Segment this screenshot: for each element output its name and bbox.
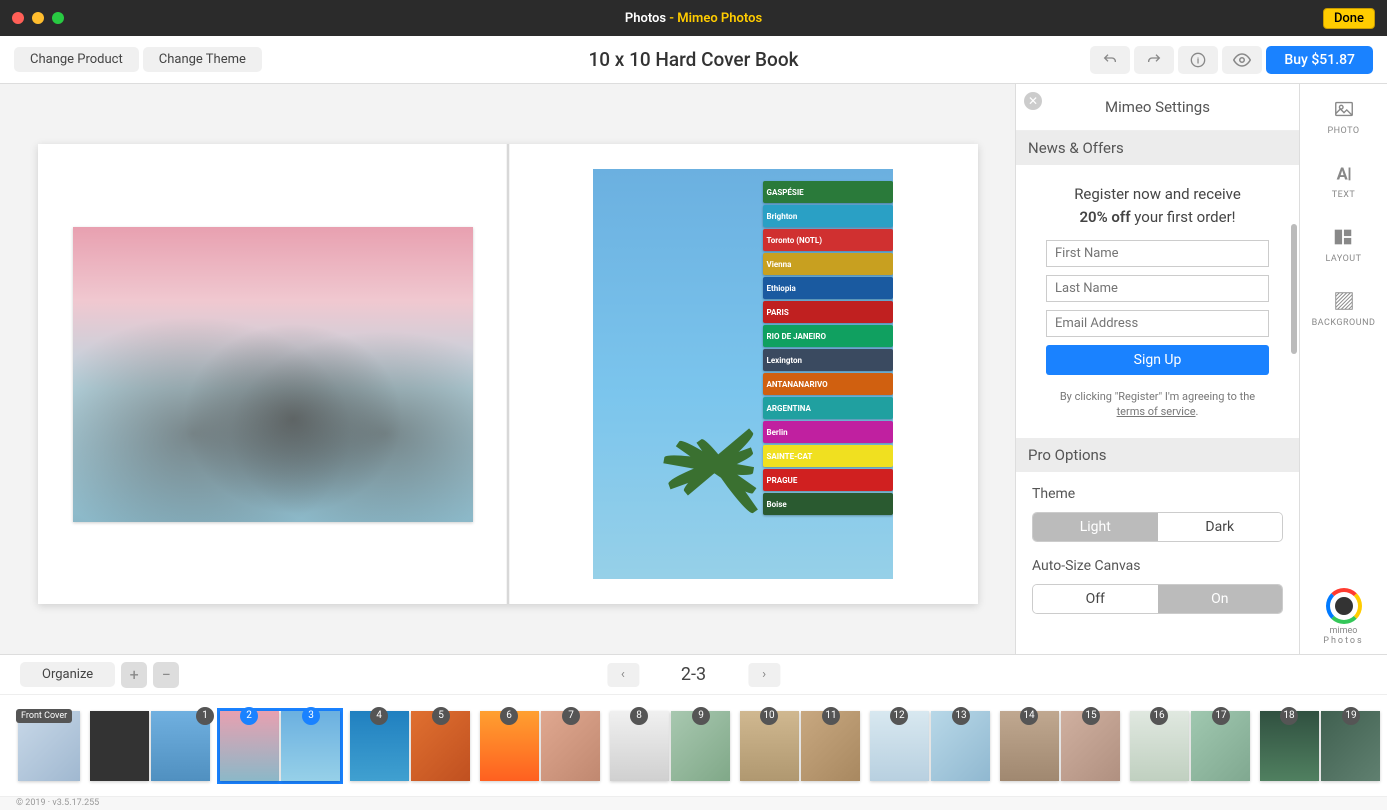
- theme-light-option[interactable]: Light: [1033, 513, 1158, 541]
- theme-segment: Light Dark: [1032, 512, 1283, 542]
- settings-title: Mimeo Settings: [1016, 84, 1299, 131]
- thumb-spread[interactable]: 89: [610, 711, 730, 781]
- register-text: Register now and receive 20% off your fi…: [1046, 183, 1269, 228]
- svg-text:A: A: [1336, 165, 1348, 184]
- next-page-button[interactable]: ›: [748, 663, 780, 687]
- right-sidebar: PHOTO A TEXT LAYOUT BACKGROUND mimeoPhot…: [1299, 84, 1387, 654]
- titlebar: Photos - Mimeo Photos Done: [0, 0, 1387, 36]
- photo-friends[interactable]: [73, 227, 473, 522]
- thumbnail-strip[interactable]: Front Cover12345678910111213141516171819: [0, 694, 1387, 796]
- photo-tab[interactable]: PHOTO: [1327, 98, 1359, 136]
- news-offers-header: News & Offers: [1016, 131, 1299, 165]
- signup-button[interactable]: Sign Up: [1046, 345, 1269, 375]
- thumb-spread[interactable]: 1617: [1130, 711, 1250, 781]
- done-button[interactable]: Done: [1323, 8, 1375, 29]
- photo-signpost[interactable]: GASPÉSIEBrightonToronto (NOTL)ViennaEthi…: [593, 169, 893, 579]
- page-indicator: 2-3: [681, 664, 706, 685]
- first-name-field[interactable]: [1046, 240, 1269, 267]
- autosize-segment: Off On: [1032, 584, 1283, 614]
- change-product-button[interactable]: Change Product: [14, 47, 139, 72]
- preview-button[interactable]: [1222, 46, 1262, 74]
- footer-version: © 2019 · v3.5.17.255: [0, 796, 1387, 810]
- theme-label: Theme: [1032, 486, 1283, 502]
- undo-button[interactable]: [1090, 46, 1130, 74]
- bottom-toolbar: Organize + − ‹ 2-3 ›: [0, 654, 1387, 694]
- thumb-spread-1[interactable]: 1: [90, 711, 210, 781]
- organize-button[interactable]: Organize: [20, 662, 115, 687]
- layout-tab[interactable]: LAYOUT: [1325, 226, 1361, 264]
- thumb-spread[interactable]: 45: [350, 711, 470, 781]
- buy-button[interactable]: Buy $51.87: [1266, 46, 1373, 74]
- remove-page-button[interactable]: −: [153, 662, 179, 688]
- scrollbar[interactable]: [1291, 224, 1297, 354]
- thumb-spread[interactable]: 23: [220, 711, 340, 781]
- pro-options-header: Pro Options: [1016, 438, 1299, 472]
- autosize-on-option[interactable]: On: [1158, 585, 1283, 613]
- settings-panel: ✕ Mimeo Settings News & Offers Register …: [1015, 84, 1299, 654]
- terms-text: By clicking "Register" I'm agreeing to t…: [1046, 389, 1269, 420]
- minimize-window-icon[interactable]: [32, 12, 44, 24]
- info-button[interactable]: i: [1178, 46, 1218, 74]
- theme-dark-option[interactable]: Dark: [1158, 513, 1283, 541]
- thumb-spread[interactable]: 1213: [870, 711, 990, 781]
- palm-tree: [593, 359, 733, 579]
- canvas-area[interactable]: GASPÉSIEBrightonToronto (NOTL)ViennaEthi…: [0, 84, 1015, 654]
- autosize-label: Auto-Size Canvas: [1032, 558, 1283, 574]
- text-tab[interactable]: A TEXT: [1332, 162, 1356, 200]
- page-left[interactable]: [38, 144, 508, 604]
- redo-button[interactable]: [1134, 46, 1174, 74]
- change-theme-button[interactable]: Change Theme: [143, 47, 262, 72]
- autosize-off-option[interactable]: Off: [1033, 585, 1158, 613]
- toolbar: Change Product Change Theme 10 x 10 Hard…: [0, 36, 1387, 84]
- svg-text:i: i: [1197, 56, 1199, 66]
- mimeo-logo: mimeoPhotos: [1320, 588, 1368, 636]
- book-spread: GASPÉSIEBrightonToronto (NOTL)ViennaEthi…: [38, 144, 978, 604]
- close-panel-button[interactable]: ✕: [1024, 92, 1042, 110]
- thumb-spread[interactable]: 67: [480, 711, 600, 781]
- add-page-button[interactable]: +: [121, 662, 147, 688]
- maximize-window-icon[interactable]: [52, 12, 64, 24]
- last-name-field[interactable]: [1046, 275, 1269, 302]
- email-field[interactable]: [1046, 310, 1269, 337]
- thumb-spread[interactable]: 1415: [1000, 711, 1120, 781]
- background-tab[interactable]: BACKGROUND: [1312, 290, 1376, 328]
- thumb-spread[interactable]: 1819: [1260, 711, 1380, 781]
- thumb-spread[interactable]: 1011: [740, 711, 860, 781]
- product-title: 10 x 10 Hard Cover Book: [588, 48, 798, 71]
- page-right[interactable]: GASPÉSIEBrightonToronto (NOTL)ViennaEthi…: [508, 144, 978, 604]
- window-title: Photos - Mimeo Photos: [625, 11, 762, 26]
- close-window-icon[interactable]: [12, 12, 24, 24]
- thumb-front-cover[interactable]: Front Cover: [18, 711, 80, 781]
- terms-link[interactable]: terms of service: [1117, 405, 1196, 418]
- prev-page-button[interactable]: ‹: [607, 663, 639, 687]
